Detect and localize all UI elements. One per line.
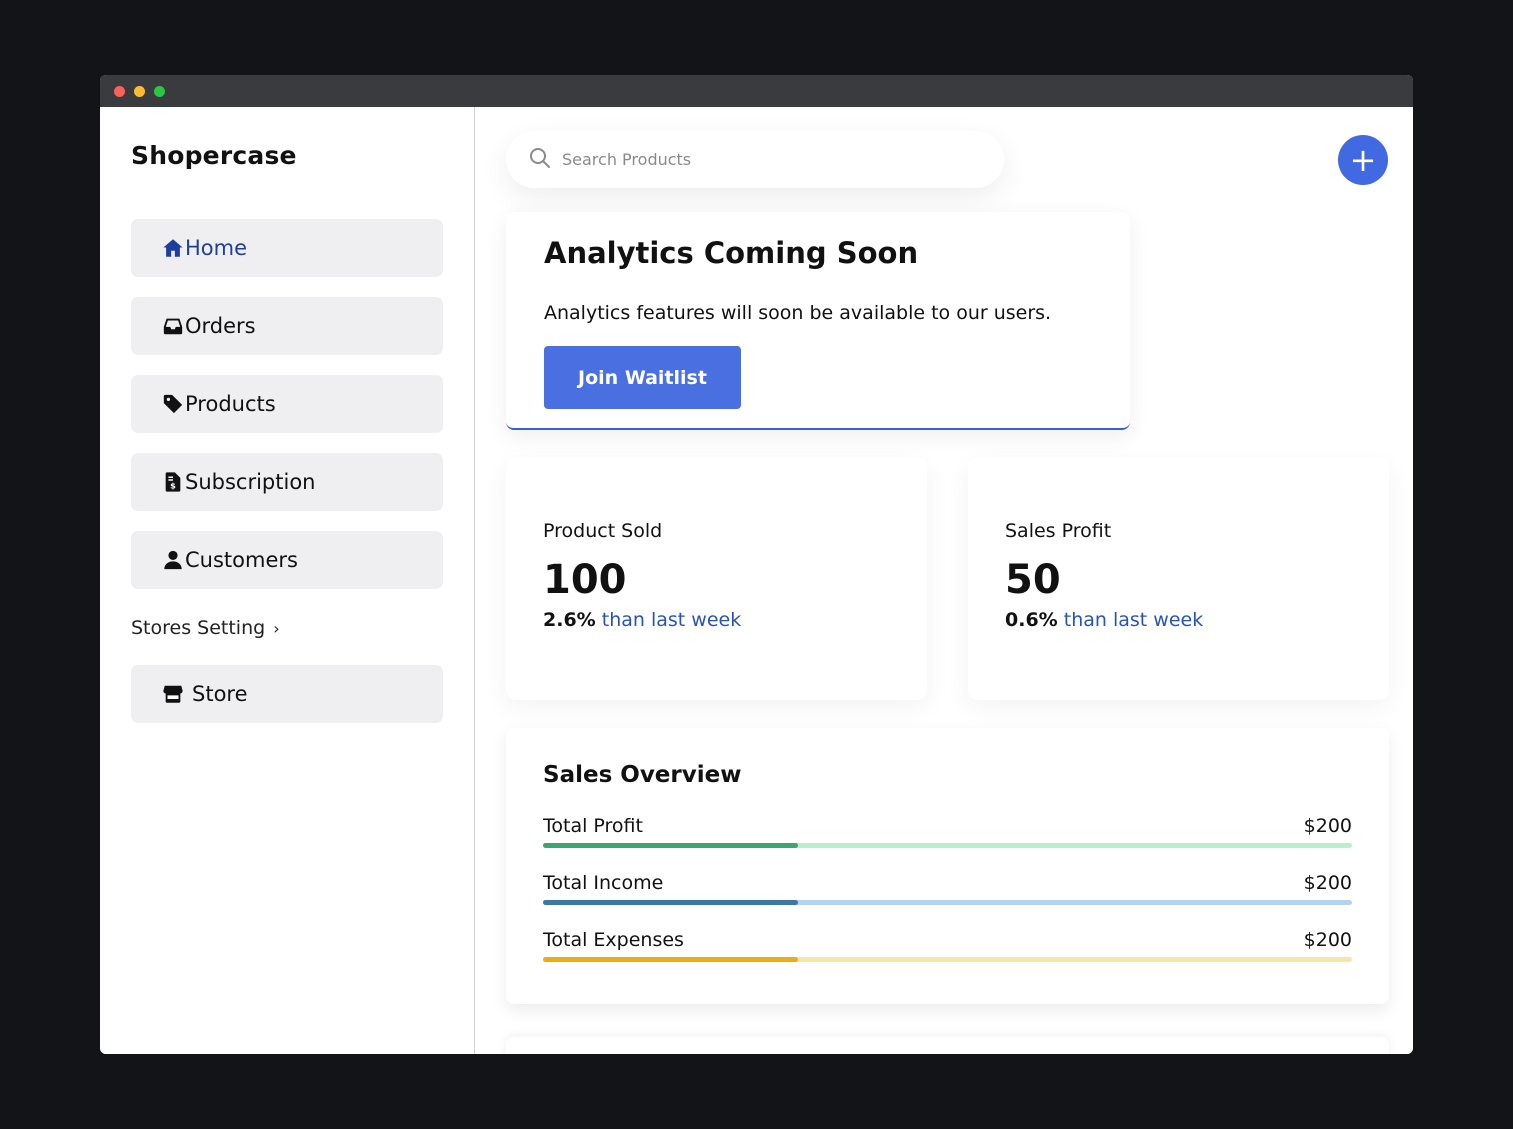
overview-row-income: Total Income $200 xyxy=(543,872,1352,912)
brand-logo: Shopercase xyxy=(131,141,297,170)
window-titlebar xyxy=(100,75,1413,107)
sidebar-item-subscription[interactable]: $ Subscription xyxy=(131,453,443,511)
home-icon xyxy=(162,237,184,259)
progress-track xyxy=(543,843,1352,848)
sales-overview-title: Sales Overview xyxy=(543,762,742,788)
sidebar: Shopercase Home Orders Products $ Subscr… xyxy=(100,107,475,1054)
sidebar-item-label: Customers xyxy=(185,548,298,572)
sidebar-item-products[interactable]: Products xyxy=(131,375,443,433)
store-icon xyxy=(162,683,184,705)
stores-setting-toggle[interactable]: Stores Setting › xyxy=(131,617,280,639)
invoice-icon: $ xyxy=(162,471,184,493)
plus-icon: + xyxy=(1349,141,1377,179)
close-window-button[interactable] xyxy=(114,86,125,97)
add-button[interactable]: + xyxy=(1338,135,1388,185)
progress-fill xyxy=(543,900,798,905)
overview-row-name: Total Income xyxy=(543,872,664,894)
next-card xyxy=(506,1037,1389,1054)
sidebar-item-label: Products xyxy=(185,392,276,416)
tag-icon xyxy=(162,393,184,415)
stat-comparison: than last week xyxy=(1063,609,1204,631)
sidebar-item-store[interactable]: Store xyxy=(131,665,443,723)
search-icon xyxy=(528,146,552,174)
svg-text:$: $ xyxy=(170,480,176,490)
overview-row-name: Total Expenses xyxy=(543,929,684,951)
search-bar[interactable] xyxy=(506,131,1004,188)
sidebar-item-label: Store xyxy=(192,682,248,706)
sidebar-item-label: Subscription xyxy=(185,470,316,494)
join-waitlist-button[interactable]: Join Waitlist xyxy=(544,346,741,409)
minimize-window-button[interactable] xyxy=(134,86,145,97)
stat-label: Sales Profit xyxy=(1005,520,1112,542)
stat-card-product-sold: Product Sold 100 2.6% than last week xyxy=(506,457,927,700)
overview-row-amount: $200 xyxy=(1303,929,1352,951)
overview-row-amount: $200 xyxy=(1303,872,1352,894)
app-window: Shopercase Home Orders Products $ Subscr… xyxy=(100,75,1413,1054)
stat-label: Product Sold xyxy=(543,520,663,542)
stat-trend: 2.6% than last week xyxy=(543,609,741,631)
stat-change: 0.6% xyxy=(1005,609,1058,631)
chevron-right-icon: › xyxy=(273,618,280,638)
sidebar-item-customers[interactable]: Customers xyxy=(131,531,443,589)
stat-comparison: than last week xyxy=(601,609,742,631)
overview-row-profit: Total Profit $200 xyxy=(543,815,1352,855)
analytics-description: Analytics features will soon be availabl… xyxy=(544,302,1052,324)
main-content: + Analytics Coming Soon Analytics featur… xyxy=(476,107,1413,1054)
overview-row-name: Total Profit xyxy=(543,815,643,837)
stat-card-sales-profit: Sales Profit 50 0.6% than last week xyxy=(968,457,1389,700)
stat-value: 100 xyxy=(543,557,627,603)
overview-row-amount: $200 xyxy=(1303,815,1352,837)
analytics-card: Analytics Coming Soon Analytics features… xyxy=(506,212,1130,430)
stat-value: 50 xyxy=(1005,557,1061,603)
progress-fill xyxy=(543,957,798,962)
user-icon xyxy=(162,549,184,571)
inbox-icon xyxy=(162,315,184,337)
maximize-window-button[interactable] xyxy=(154,86,165,97)
sidebar-item-label: Orders xyxy=(185,314,256,338)
sidebar-item-label: Home xyxy=(185,236,248,260)
analytics-title: Analytics Coming Soon xyxy=(544,236,919,270)
section-label: Stores Setting xyxy=(131,617,266,639)
search-input[interactable] xyxy=(562,150,962,169)
progress-fill xyxy=(543,843,798,848)
overview-row-expenses: Total Expenses $200 xyxy=(543,929,1352,969)
sales-overview-card: Sales Overview Total Profit $200 Total I… xyxy=(506,728,1389,1004)
progress-track xyxy=(543,957,1352,962)
stat-trend: 0.6% than last week xyxy=(1005,609,1203,631)
sidebar-item-home[interactable]: Home xyxy=(131,219,443,277)
stat-change: 2.6% xyxy=(543,609,596,631)
progress-track xyxy=(543,900,1352,905)
sidebar-item-orders[interactable]: Orders xyxy=(131,297,443,355)
